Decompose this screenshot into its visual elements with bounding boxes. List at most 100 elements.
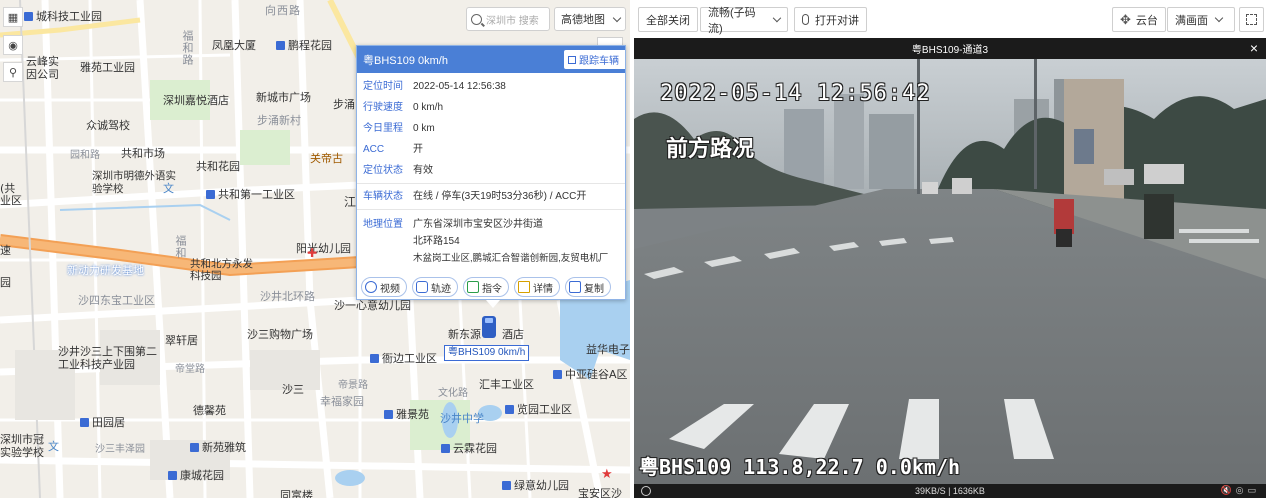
map-label: 绿意幼儿园	[502, 477, 569, 493]
map-label: 深圳嘉悦酒店	[163, 94, 229, 107]
map-label: 沙四东宝工业区	[78, 294, 155, 307]
star-icon: ★	[601, 467, 613, 482]
popup-header: 粤BHS109 0km/h 跟踪车辆	[357, 46, 625, 73]
map-label: 汇丰工业区	[479, 378, 534, 391]
address-row: 地理位置 广东省深圳市宝安区沙井街道 北环路154 木盆岗工业区,鹏城汇合智谐创…	[363, 219, 609, 264]
mute-snapshot-record-icons[interactable]: 🔇◎▭	[1220, 485, 1260, 496]
play-circle-icon	[365, 281, 377, 293]
map-label: 福和路	[181, 30, 194, 66]
osd-vehicle-info: 粤BHS109 113.8,22.7 0.0km/h	[639, 455, 961, 479]
map-label: 酒店	[502, 328, 524, 341]
map-type-select[interactable]: 高德地图	[554, 7, 626, 31]
copy-icon	[569, 281, 581, 293]
track-button[interactable]: 轨迹	[412, 277, 458, 297]
map-label: 共和花园	[196, 160, 240, 173]
details-button[interactable]: 详情	[514, 277, 560, 297]
map-label: 沙三	[282, 383, 304, 396]
chevron-down-icon	[1214, 13, 1224, 23]
map-label: 园和路	[70, 150, 100, 161]
map-label: 帝景路	[338, 380, 368, 391]
map-label: 新城市广场	[256, 91, 311, 104]
map-label: 幸福家园	[320, 395, 364, 408]
map-label: 向西路	[265, 4, 301, 17]
map-label: 中亚硅谷A区	[553, 366, 628, 382]
map-label: 帝堂路	[175, 364, 205, 375]
map-label: 因公司	[26, 68, 59, 81]
map-label: 阳光幼儿园	[296, 242, 351, 255]
chevron-down-icon	[612, 13, 622, 23]
command-button[interactable]: 指令	[463, 277, 509, 297]
copy-button[interactable]: 复制	[565, 277, 611, 297]
map-label: 同富楼	[280, 489, 313, 498]
map-label: 凤凰大厦	[212, 39, 256, 52]
school-icon: 文	[163, 182, 174, 195]
map-label: 沙三丰泽园	[95, 444, 145, 455]
fullscreen-icon	[1246, 14, 1257, 25]
osd-timestamp: 2022-05-14 12:56:42	[660, 81, 931, 106]
map-label: 速	[0, 244, 11, 257]
map-label: 实验学校	[0, 446, 44, 459]
chevron-down-icon	[773, 13, 782, 23]
info-row: 定位状态 有效	[363, 165, 433, 176]
map-label: 宝安区沙	[578, 487, 622, 498]
talk-button[interactable]: 打开对讲	[794, 7, 867, 32]
close-icon[interactable]: ×	[1250, 40, 1258, 56]
map-view[interactable]: 城科技工业园 雅苑工业园 凤凰大厦 鹏程花园 深圳嘉悦酒店 新城市广场 步涌新村…	[0, 0, 630, 498]
info-row: 今日里程 0 km	[363, 123, 435, 134]
hospital-icon: ✚	[307, 246, 318, 260]
map-label: 园	[0, 276, 11, 289]
map-label: 新东源	[448, 328, 481, 341]
map-label: 沙井中学	[440, 412, 484, 425]
map-label: 康城花园	[168, 467, 224, 483]
map-label: 沙井北环路	[260, 290, 315, 303]
info-row: ACC 开	[363, 144, 423, 155]
map-label: 业区	[0, 194, 22, 207]
map-label: 雅景苑	[384, 406, 429, 422]
fullscreen-button[interactable]	[1239, 7, 1264, 32]
popup-title: 粤BHS109 0km/h	[363, 54, 448, 67]
map-label: 城科技工业园	[24, 8, 102, 24]
map-label: 沙井沙三上下围第二工业科技产业园	[58, 345, 157, 371]
vehicle-info-popup: 粤BHS109 0km/h 跟踪车辆 定位时间 2022-05-14 12:56:…	[356, 45, 626, 308]
map-label: 关帝古	[310, 152, 343, 165]
map-label: 德馨苑	[193, 404, 226, 417]
map-label: 新动力研发基地	[67, 264, 144, 277]
map-label: 江	[344, 195, 357, 209]
ptz-button[interactable]: ✥ 云台	[1112, 7, 1166, 32]
map-label: 翠轩居	[165, 334, 198, 347]
list-icon	[518, 281, 530, 293]
map-label: 共和第一工业区	[206, 186, 295, 202]
map-label: 览园工业区	[505, 401, 572, 417]
person-pin-icon[interactable]: ⚲	[3, 62, 23, 82]
pause-icon[interactable]	[641, 486, 651, 496]
map-label: 云霖花园	[441, 440, 497, 456]
map-label: 步涌	[333, 98, 355, 111]
layers-icon[interactable]: ▦	[3, 7, 23, 27]
stream-quality-select[interactable]: 流畅(子码流)	[700, 7, 788, 35]
video-status-bar: 39KB/S | 1636KB 🔇◎▭	[634, 484, 1266, 498]
osd-camera-label: 前方路况	[666, 137, 755, 162]
follow-vehicle-checkbox[interactable]: 跟踪车辆	[564, 50, 625, 69]
info-row: 定位时间 2022-05-14 12:56:38	[363, 81, 506, 92]
map-label: 田园居	[80, 414, 125, 430]
map-label: 共和北方永发科技园	[190, 258, 253, 282]
map-label: 步涌新村	[257, 114, 301, 127]
vehicle-marker-icon[interactable]	[482, 316, 496, 338]
map-label: 益华电子	[586, 343, 630, 356]
map-label: 新苑雅筑	[190, 439, 246, 455]
map-search-input[interactable]: 深圳市 搜索	[466, 7, 550, 31]
eye-icon[interactable]: ◉	[3, 35, 23, 55]
command-icon	[467, 281, 479, 293]
map-label: 鹏程花园	[276, 37, 332, 53]
close-all-button[interactable]: 全部关闭	[638, 7, 698, 32]
map-label: 衙边工业区	[370, 350, 437, 366]
video-panel: 全部关闭 流畅(子码流) 打开对讲 ✥云台 满画面 粤BHS109-通道3 ×	[632, 0, 1268, 498]
fill-mode-select[interactable]: 满画面	[1167, 7, 1235, 32]
checkbox-icon	[568, 55, 576, 64]
vehicle-label[interactable]: 粤BHS109 0km/h	[444, 345, 530, 361]
info-row: 行驶速度 0 km/h	[363, 102, 444, 113]
video-button[interactable]: 视频	[361, 277, 407, 297]
video-frame[interactable]: 2022-05-14 12:56:42 前方路况 粤BHS109 113.8,2…	[634, 59, 1266, 484]
search-icon	[471, 13, 482, 25]
video-title-bar: 粤BHS109-通道3 ×	[634, 38, 1266, 59]
